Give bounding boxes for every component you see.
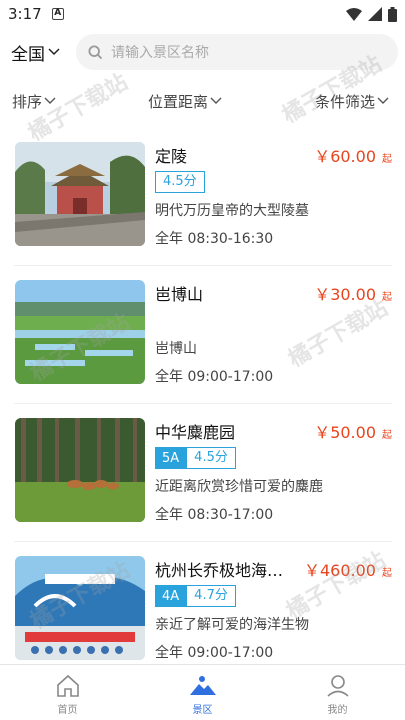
spot-description: 明代万历皇帝的大型陵墓 xyxy=(155,203,309,219)
tab-home[interactable]: 首页 xyxy=(0,665,135,720)
spot-tags: 4A 4.7分 xyxy=(155,585,236,607)
spot-price: ￥460.00 xyxy=(304,561,376,580)
city-label: 全国 xyxy=(11,44,45,65)
battery-icon xyxy=(388,6,397,22)
spot-thumbnail xyxy=(15,556,145,660)
distance-filter[interactable]: 位置距离 xyxy=(148,91,222,112)
spot-description: 岜博山 xyxy=(155,341,197,357)
spot-tags: 5A 4.5分 xyxy=(155,447,236,469)
tab-label: 景区 xyxy=(192,705,213,716)
chevron-down-icon xyxy=(44,97,56,104)
tab-label: 我的 xyxy=(327,705,348,716)
distance-filter-label: 位置距离 xyxy=(148,92,209,111)
spot-card[interactable]: 中华麋鹿园 ￥50.00 起 5A 4.5分 近距离欣赏珍惜可爱的麋鹿 全年 0… xyxy=(14,404,392,542)
spot-thumbnail xyxy=(15,142,145,246)
tab-mine[interactable]: 我的 xyxy=(270,665,405,720)
user-icon xyxy=(326,675,349,697)
search-placeholder: 请输入景区名称 xyxy=(111,45,209,61)
notification-badge: A xyxy=(51,8,64,20)
spot-description: 近距离欣赏珍惜可爱的麋鹿 xyxy=(155,479,323,495)
status-bar: 3:17 A xyxy=(0,0,405,28)
spot-thumbnail xyxy=(15,280,145,384)
bottom-tab-bar: 首页 景区 我的 xyxy=(0,664,405,720)
spot-tags: 4.5分 xyxy=(155,171,205,193)
chevron-down-icon xyxy=(377,97,389,104)
spot-name: 中华麋鹿园 xyxy=(155,423,236,442)
status-time: 3:17 xyxy=(8,5,42,23)
spot-card[interactable]: 定陵 ￥60.00 起 4.5分 明代万历皇帝的大型陵墓 全年 08:30-16… xyxy=(14,128,392,266)
rating-badge: 4.5分 xyxy=(186,447,236,469)
spot-price: ￥50.00 xyxy=(314,423,376,442)
rating-badge: 4.5分 xyxy=(155,171,205,193)
conditions-filter-label: 条件筛选 xyxy=(315,92,376,111)
price-suffix: 起 xyxy=(382,568,392,579)
price-suffix: 起 xyxy=(382,292,392,303)
conditions-filter[interactable]: 条件筛选 xyxy=(315,91,389,112)
tab-label: 首页 xyxy=(57,705,78,716)
spot-hours: 全年 09:00-17:00 xyxy=(155,645,274,661)
spot-thumbnail xyxy=(15,418,145,522)
chevron-down-icon xyxy=(210,97,222,104)
price-suffix: 起 xyxy=(382,154,392,165)
city-selector[interactable]: 全国 xyxy=(11,40,60,65)
spot-name: 岜博山 xyxy=(155,285,204,304)
signal-icon xyxy=(368,7,382,21)
spot-name: 杭州长乔极地海… xyxy=(155,561,284,580)
spot-hours: 全年 08:30-16:30 xyxy=(155,231,274,247)
top-search-row: 全国 请输入景区名称 xyxy=(0,34,405,70)
sort-filter[interactable]: 排序 xyxy=(12,91,56,112)
level-badge: 4A xyxy=(155,585,187,607)
spot-hours: 全年 09:00-17:00 xyxy=(155,369,274,385)
rating-badge: 4.7分 xyxy=(186,585,236,607)
mountain-icon xyxy=(189,676,216,695)
price-suffix: 起 xyxy=(382,430,392,441)
sort-filter-label: 排序 xyxy=(12,92,43,111)
spot-description: 亲近了解可爱的海洋生物 xyxy=(155,617,309,633)
status-icons xyxy=(346,6,397,22)
spot-name: 定陵 xyxy=(155,147,188,166)
spot-price: ￥30.00 xyxy=(314,285,376,304)
tab-scenic[interactable]: 景区 xyxy=(135,665,270,720)
spot-card[interactable]: 岜博山 ￥30.00 起 岜博山 全年 09:00-17:00 xyxy=(14,266,392,404)
spot-price: ￥60.00 xyxy=(314,147,376,166)
chevron-down-icon xyxy=(48,48,60,56)
search-input[interactable]: 请输入景区名称 xyxy=(76,34,398,70)
spot-hours: 全年 08:30-17:00 xyxy=(155,507,274,523)
home-icon xyxy=(56,674,79,697)
filter-bar: 排序 位置距离 条件筛选 xyxy=(0,86,405,116)
spot-card[interactable]: 杭州长乔极地海… ￥460.00 起 4A 4.7分 亲近了解可爱的海洋生物 全… xyxy=(14,542,392,680)
search-icon xyxy=(88,44,103,59)
wifi-icon xyxy=(346,7,362,21)
level-badge: 5A xyxy=(155,447,187,469)
